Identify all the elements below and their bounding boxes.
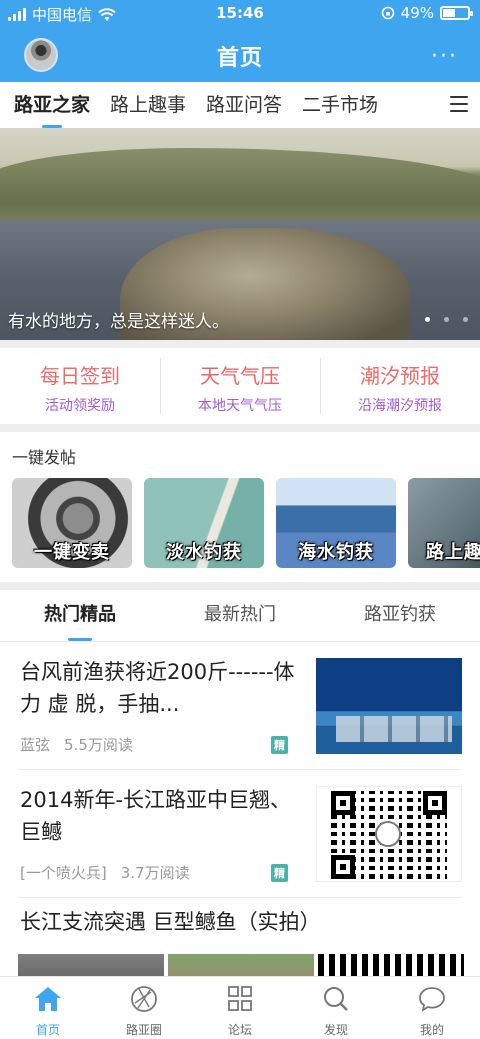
carousel-dot[interactable] xyxy=(463,317,468,322)
article-list: 台风前渔获将近200斤------体力 虚 脱，手抽... 蓝弦 5.5万阅读 精… xyxy=(0,642,480,976)
bottom-nav: 首页 路亚圈 论坛 发现 我的 xyxy=(0,976,480,1039)
nav-label: 我的 xyxy=(419,1023,444,1037)
section-title: 一键发帖 xyxy=(12,448,77,467)
tab-latest-hot[interactable]: 最新热门 xyxy=(160,590,320,641)
category-tabs: 路亚之家 路上趣事 路亚问答 二手市场 xyxy=(0,82,480,128)
feature-subtitle: 活动领奖励 xyxy=(45,398,115,414)
rotation-lock-icon xyxy=(381,6,394,20)
search-icon xyxy=(324,987,348,1011)
nav-label: 论坛 xyxy=(227,1023,252,1037)
nav-label: 首页 xyxy=(35,1023,60,1037)
tab-hot-picks[interactable]: 热门精品 xyxy=(0,590,160,641)
battery-icon xyxy=(440,6,473,20)
quick-post-card-saltwater[interactable]: 海水钓获 xyxy=(276,478,396,568)
home-icon xyxy=(35,987,61,1011)
featured-badge: 精 xyxy=(271,736,288,754)
weather-pressure-button[interactable]: 天气气压 本地天气气压 xyxy=(160,348,320,424)
quick-post-card-freshwater[interactable]: 淡水钓获 xyxy=(144,478,264,568)
app-root: 中国电信 15:46 49% 首页 ··· 路亚之家 路上趣事 路亚问答 二手市… xyxy=(0,0,480,1039)
category-tab-lure-qa[interactable]: 路亚问答 xyxy=(206,82,282,128)
quick-post-card-sell[interactable]: 一键变卖 xyxy=(12,478,132,568)
content-tabs: 热门精品 最新热门 路亚钓获 xyxy=(0,590,480,642)
article-image xyxy=(168,954,314,976)
carousel-dots xyxy=(425,317,468,322)
article-image xyxy=(18,954,164,976)
carousel-dot[interactable] xyxy=(425,317,430,322)
qr-code-thumbnail xyxy=(316,786,462,882)
chat-icon xyxy=(419,987,445,1012)
article-title: 台风前渔获将近200斤------体力 虚 脱，手抽... xyxy=(20,660,295,716)
banner-caption: 有水的地方，总是这样迷人。 xyxy=(8,312,229,332)
quick-post-section: 一键发帖 一键变卖 淡水钓获 海水钓获 路上趣 xyxy=(0,432,480,582)
feature-row: 每日签到 活动领奖励 天气气压 本地天气气压 潮汐预报 沿海潮汐预报 xyxy=(0,348,480,424)
card-label: 路上趣 xyxy=(426,542,480,563)
feature-title: 天气气压 xyxy=(200,364,280,388)
article-item[interactable]: 长江支流突遇 巨型鳡鱼（实拍） xyxy=(18,898,464,976)
more-icon[interactable]: ··· xyxy=(431,44,458,69)
category-tab-road-fun[interactable]: 路上趣事 xyxy=(110,82,186,128)
nav-label: 路亚圈 xyxy=(125,1023,162,1037)
status-bar: 中国电信 15:46 49% xyxy=(0,0,480,28)
quick-post-cards: 一键变卖 淡水钓获 海水钓获 路上趣 xyxy=(12,478,480,568)
feature-title: 潮汐预报 xyxy=(360,364,440,388)
tide-forecast-button[interactable]: 潮汐预报 沿海潮汐预报 xyxy=(320,348,480,424)
category-tab-second-hand[interactable]: 二手市场 xyxy=(302,82,378,128)
feature-title: 每日签到 xyxy=(40,364,120,388)
card-label: 海水钓获 xyxy=(298,542,374,563)
hamburger-menu-icon[interactable] xyxy=(450,96,468,112)
nav-home[interactable]: 首页 xyxy=(0,977,96,1039)
quick-post-card-road-fun[interactable]: 路上趣 xyxy=(408,478,480,568)
article-image xyxy=(318,954,464,976)
grid-icon xyxy=(228,986,252,1011)
category-tab-lure-home[interactable]: 路亚之家 xyxy=(14,82,90,128)
section-divider xyxy=(0,340,480,348)
nav-lure-circle[interactable]: 路亚圈 xyxy=(96,977,192,1039)
article-item[interactable]: 2014新年-长江路亚中巨翘、巨鳡 [一个喷火兵] 3.7万阅读 精 xyxy=(18,770,462,898)
article-item[interactable]: 台风前渔获将近200斤------体力 虚 脱，手抽... 蓝弦 5.5万阅读 精 xyxy=(18,642,462,770)
card-label: 一键变卖 xyxy=(34,542,110,563)
battery-percent: 49% xyxy=(400,4,434,22)
article-title: 2014新年-长江路亚中巨翘、巨鳡 xyxy=(20,788,292,844)
featured-badge: 精 xyxy=(271,864,288,882)
top-header: 首页 ··· xyxy=(0,28,480,82)
nav-discover[interactable]: 发现 xyxy=(288,977,384,1039)
nav-forum[interactable]: 论坛 xyxy=(192,977,288,1039)
carousel-dot[interactable] xyxy=(444,317,449,322)
feature-subtitle: 本地天气气压 xyxy=(198,398,282,414)
article-reads: 5.5万阅读 xyxy=(64,736,133,754)
banner-carousel[interactable]: 有水的地方，总是这样迷人。 xyxy=(0,128,480,340)
article-reads: 3.7万阅读 xyxy=(120,864,190,882)
battery-fill xyxy=(443,9,455,17)
article-author: [一个喷火兵] xyxy=(20,864,107,882)
section-divider xyxy=(0,424,480,432)
feature-subtitle: 沿海潮汐预报 xyxy=(358,398,442,414)
page-title: 首页 xyxy=(216,46,263,71)
card-label: 淡水钓获 xyxy=(166,542,242,563)
nav-label: 发现 xyxy=(323,1023,348,1037)
article-title: 长江支流突遇 巨型鳡鱼（实拍） xyxy=(20,910,321,934)
aperture-icon xyxy=(131,986,157,1012)
article-meta: 蓝弦 5.5万阅读 xyxy=(20,734,133,755)
status-right: 49% xyxy=(381,4,473,22)
article-thumbnail xyxy=(316,658,462,754)
nav-mine[interactable]: 我的 xyxy=(384,977,480,1039)
daily-checkin-button[interactable]: 每日签到 活动领奖励 xyxy=(0,348,160,424)
section-divider xyxy=(0,582,480,590)
tab-lure-catches[interactable]: 路亚钓获 xyxy=(320,590,480,641)
article-author: 蓝弦 xyxy=(20,736,51,754)
article-meta: [一个喷火兵] 3.7万阅读 xyxy=(20,862,190,883)
article-image-row xyxy=(18,954,464,976)
